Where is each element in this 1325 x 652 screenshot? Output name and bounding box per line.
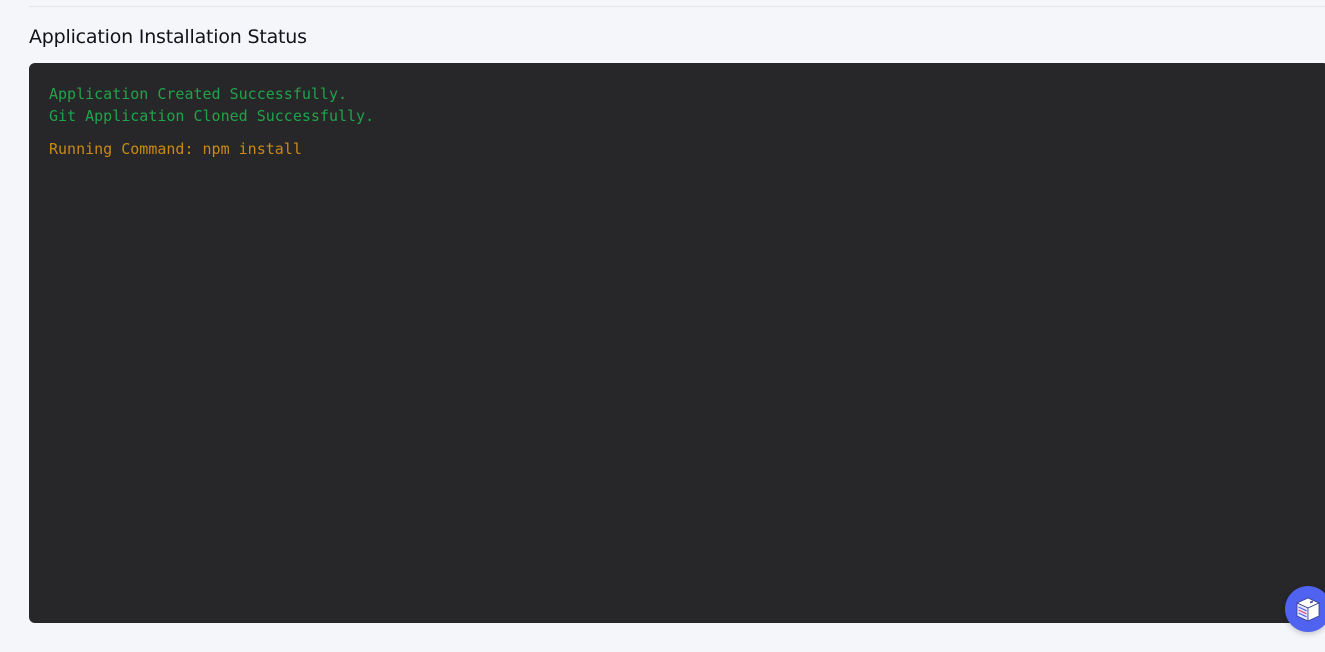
- log-line-app-created: Application Created Successfully.: [49, 85, 348, 103]
- section-title: Application Installation Status: [29, 26, 307, 48]
- installation-log-terminal: Application Created Successfully. Git Ap…: [29, 63, 1325, 623]
- log-line-git-cloned: Git Application Cloned Successfully.: [49, 107, 375, 125]
- top-divider: [29, 6, 1325, 7]
- log-line-running-command: Running Command: npm install: [49, 140, 302, 158]
- support-widget-button[interactable]: [1285, 586, 1325, 632]
- server-box-icon: [1296, 597, 1320, 622]
